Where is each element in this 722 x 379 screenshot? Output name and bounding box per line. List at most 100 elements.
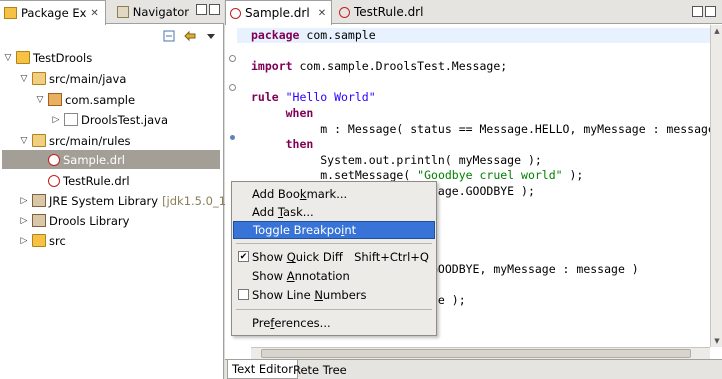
tree-item-sample-drl[interactable]: Sample.drl [2, 150, 220, 169]
code-keyword: import [251, 59, 293, 74]
expand-icon[interactable]: ▷ [19, 216, 29, 226]
tree-item-drools-library[interactable]: ▷ Drools Library [19, 211, 130, 230]
view-toolbar [0, 24, 224, 46]
drl-file-icon [48, 174, 60, 187]
code-text: com.sample [299, 28, 376, 42]
menu-item-label: Show Line Numbers [252, 288, 367, 302]
folder-icon [32, 234, 46, 247]
code-line: package com.sample [237, 28, 710, 43]
menu-item-toggle-breakpoint[interactable]: Toggle Breakpoint [233, 221, 435, 239]
tree-item-label: DroolsTest.java [81, 112, 168, 127]
tab-navigator[interactable]: Navigator [107, 0, 189, 24]
maximize-button[interactable] [209, 4, 220, 15]
code-string: "Hello World" [278, 90, 376, 105]
code-text: com.sample.DroolsTest.Message; [292, 59, 508, 74]
expand-icon[interactable]: ▷ [51, 115, 61, 125]
code-keyword: rule [251, 90, 279, 105]
link-with-editor-icon[interactable] [184, 30, 196, 42]
menu-item-label: Add Task... [252, 205, 314, 219]
tree-item-jre-system-library[interactable]: ▷ JRE System Library [jdk1.5.0_12] [19, 191, 238, 210]
tree-item-droolstest-java[interactable]: ▷ DroolsTest.java [51, 110, 168, 129]
menu-accelerator: Shift+Ctrl+Q [354, 250, 429, 264]
collapse-all-icon[interactable] [163, 30, 175, 42]
expand-icon[interactable]: ▽ [19, 74, 29, 84]
editor-window-buttons [692, 6, 716, 17]
code-string: "Goodbye cruel world" [417, 168, 563, 183]
context-menu: Add Bookmark... Add Task... Toggle Break… [231, 181, 437, 336]
menu-item-label: Show Quick Diff [252, 250, 343, 264]
checkbox-checked-icon[interactable]: ✔ [238, 251, 249, 262]
source-folder-icon [32, 72, 46, 85]
scroll-up-icon[interactable]: ▲ [712, 27, 722, 35]
expand-icon[interactable]: ▽ [19, 136, 29, 146]
menu-item-label: Add Bookmark... [252, 187, 348, 201]
tab-testrule-drl[interactable]: TestRule.drl [335, 0, 425, 24]
code-keyword: package [251, 28, 300, 42]
tab-text-editor[interactable]: Text Editor [227, 360, 298, 379]
menu-item-show-quick-diff[interactable]: ✔ Show Quick Diff Shift+Ctrl+Q [233, 248, 435, 266]
menu-item-label: Preferences... [252, 316, 331, 330]
maximize-button[interactable] [705, 6, 716, 17]
tab-label: Navigator [132, 5, 189, 19]
expand-icon[interactable]: ▷ [19, 236, 29, 246]
source-folder-icon [32, 134, 46, 147]
scroll-thumb[interactable] [261, 349, 691, 358]
close-icon[interactable]: ✕ [90, 8, 98, 19]
drl-file-icon [48, 153, 60, 166]
code-keyword: then [285, 137, 314, 152]
code-line: System.out.println( myMessage ); [251, 153, 542, 168]
menu-separator [236, 309, 432, 310]
package-icon [48, 93, 62, 106]
vertical-scrollbar[interactable]: ▲ ▼ [710, 25, 722, 347]
menu-item-preferences[interactable]: Preferences... [233, 314, 435, 332]
drl-file-icon [339, 6, 350, 18]
breakpoint-marker-icon[interactable] [230, 135, 235, 140]
minimize-button[interactable] [196, 4, 207, 15]
code-line: rule "Hello World" [251, 90, 376, 105]
menu-item-add-task[interactable]: Add Task... [233, 203, 435, 221]
menu-separator [236, 243, 432, 244]
tree-item-src-main-java[interactable]: ▽ src/main/java [19, 69, 127, 88]
package-explorer-icon [4, 7, 17, 19]
tree-item-com-sample[interactable]: ▽ com.sample [35, 90, 136, 109]
expand-icon[interactable]: ▽ [3, 53, 13, 63]
code-keyword: when [285, 106, 314, 120]
tree-item-src-main-rules[interactable]: ▽ src/main/rules [19, 131, 131, 150]
java-file-icon [64, 113, 78, 126]
code-text: ); [562, 168, 584, 183]
code-line: m : Message( status == Message.HELLO, my… [251, 122, 722, 137]
tree-item-label: TestDrools [33, 50, 93, 65]
checkbox-unchecked-icon[interactable] [238, 289, 249, 300]
expand-icon[interactable]: ▽ [35, 95, 45, 105]
menu-item-label: Show Annotation [252, 269, 350, 283]
tab-label: Sample.drl [245, 6, 310, 20]
minimize-button[interactable] [692, 6, 703, 17]
drl-file-icon [230, 7, 241, 19]
close-icon[interactable]: ✕ [318, 8, 326, 19]
code-text: System.out.println( myMessage ); [251, 152, 542, 167]
expand-icon[interactable]: ▷ [19, 196, 29, 206]
fold-icon[interactable] [229, 55, 236, 62]
tab-sample-drl[interactable]: Sample.drl ✕ [225, 0, 332, 25]
menu-item-add-bookmark[interactable]: Add Bookmark... [233, 185, 435, 203]
editor-page-tabs: Text Editor Rete Tree [225, 359, 722, 379]
tree-item-label: src/main/rules [49, 133, 131, 148]
tree-item-label: Drools Library [49, 213, 130, 228]
menu-item-show-annotation[interactable]: Show Annotation [233, 267, 435, 285]
tab-label: TestRule.drl [354, 5, 424, 19]
scroll-down-icon[interactable]: ▼ [712, 337, 722, 345]
fold-icon[interactable] [229, 84, 236, 91]
tree-item-testrule-drl[interactable]: TestRule.drl [35, 171, 130, 190]
tree-item-src[interactable]: ▷ src [19, 231, 66, 250]
menu-item-show-line-numbers[interactable]: Show Line Numbers [233, 286, 435, 304]
tree-item-label: src/main/java [49, 71, 127, 86]
tab-package-explorer[interactable]: Package Ex ✕ [0, 0, 106, 25]
tab-rete-tree[interactable]: Rete Tree [289, 360, 351, 379]
code-line: import com.sample.DroolsTest.Message; [251, 59, 507, 74]
view-menu-icon[interactable] [205, 30, 217, 42]
tree-item-testdrools[interactable]: ▽ TestDrools [3, 48, 93, 67]
project-icon [16, 51, 30, 64]
horizontal-scrollbar[interactable] [251, 347, 710, 359]
